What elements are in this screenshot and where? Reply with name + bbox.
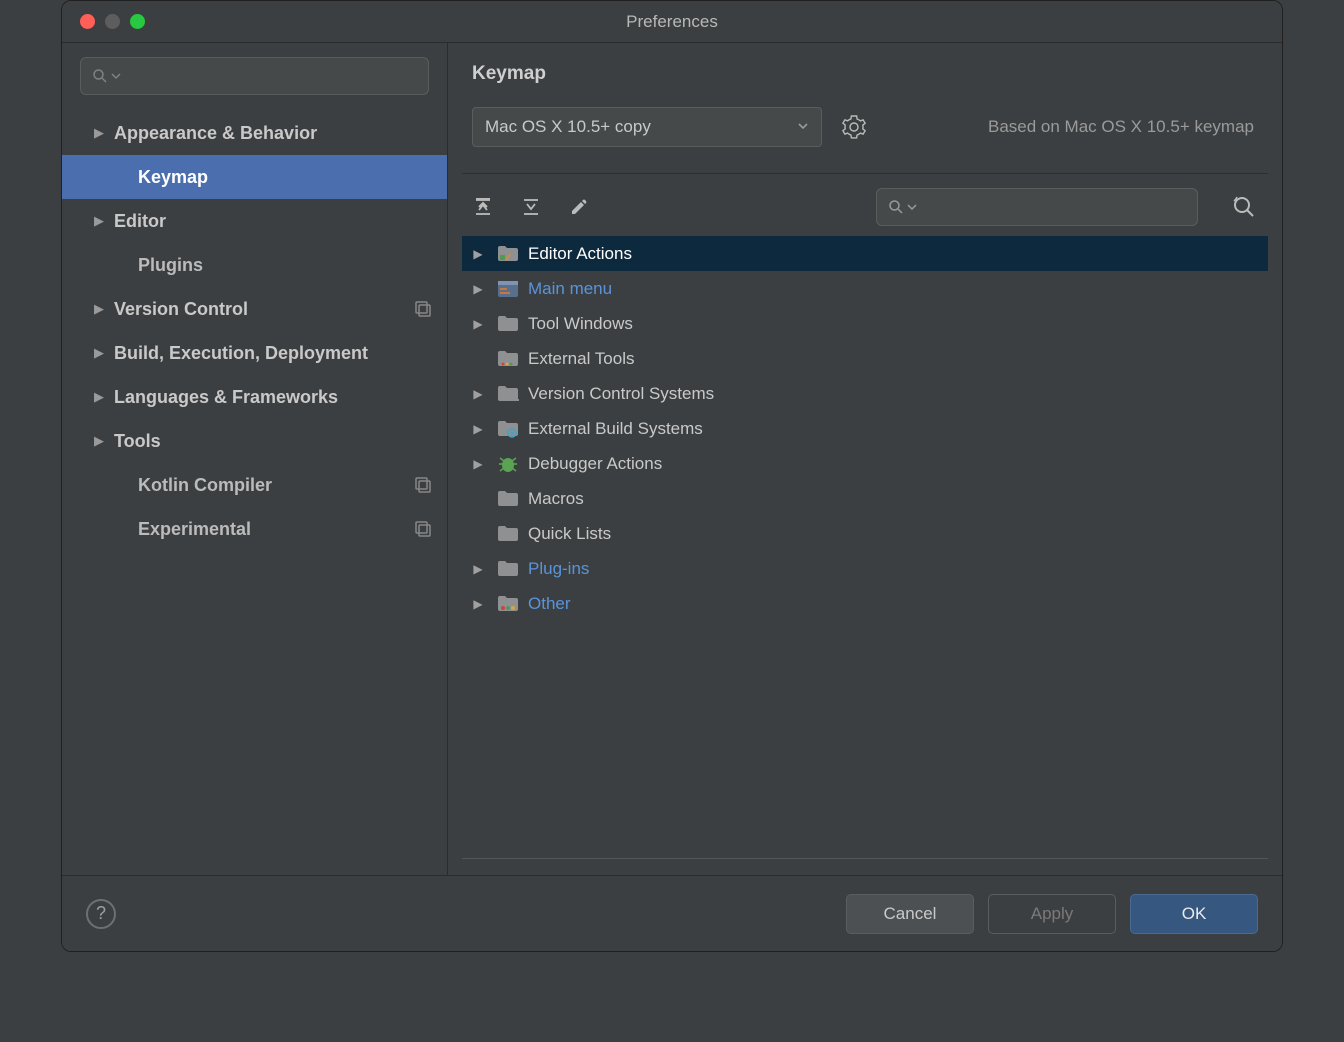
bug-icon xyxy=(496,454,520,474)
help-button[interactable]: ? xyxy=(86,899,116,929)
folder-icon xyxy=(496,314,520,334)
dialog-footer: ? Cancel Apply OK xyxy=(62,875,1282,951)
keymap-settings-button[interactable] xyxy=(840,113,868,141)
tree-debugger-actions[interactable]: ▶ Debugger Actions xyxy=(462,446,1268,481)
expand-all-button[interactable] xyxy=(470,194,496,220)
edit-shortcut-button[interactable] xyxy=(566,194,592,220)
gear-icon xyxy=(842,115,866,139)
window-title: Preferences xyxy=(62,12,1282,32)
disclosure-arrow-icon: ▶ xyxy=(468,562,488,576)
tree-version-control-systems[interactable]: ▶ Version Control Systems xyxy=(462,376,1268,411)
ok-button[interactable]: OK xyxy=(1130,894,1258,934)
tree-plugins[interactable]: ▶ Plug-ins xyxy=(462,551,1268,586)
disclosure-arrow-icon: ▶ xyxy=(88,345,110,361)
nav-languages-frameworks[interactable]: ▶ Languages & Frameworks xyxy=(62,375,447,419)
disclosure-arrow-icon: ▶ xyxy=(468,422,488,436)
based-on-label: Based on Mac OS X 10.5+ keymap xyxy=(988,117,1258,137)
project-badge-icon xyxy=(413,519,433,539)
folder-icon xyxy=(496,384,520,404)
tree-quick-lists[interactable]: Quick Lists xyxy=(462,516,1268,551)
action-search-field[interactable] xyxy=(917,198,1187,216)
project-badge-icon xyxy=(413,475,433,495)
disclosure-arrow-icon: ▶ xyxy=(468,317,488,331)
folder-gear-icon xyxy=(496,419,520,439)
pencil-icon xyxy=(569,197,589,217)
titlebar: Preferences xyxy=(62,1,1282,43)
sidebar-search-input[interactable] xyxy=(80,57,429,95)
nav-version-control[interactable]: ▶ Version Control xyxy=(62,287,447,331)
disclosure-arrow-icon: ▶ xyxy=(468,597,488,611)
tree-tool-windows[interactable]: ▶ Tool Windows xyxy=(462,306,1268,341)
sidebar-search-field[interactable] xyxy=(121,67,418,85)
search-icon xyxy=(91,67,109,85)
search-icon xyxy=(887,198,905,216)
folder-icon xyxy=(496,489,520,509)
nav-editor[interactable]: ▶ Editor xyxy=(62,199,447,243)
collapse-all-icon xyxy=(521,197,541,217)
disclosure-arrow-icon: ▶ xyxy=(88,125,110,141)
disclosure-arrow-icon: ▶ xyxy=(468,247,488,261)
disclosure-arrow-icon: ▶ xyxy=(468,457,488,471)
disclosure-arrow-icon: ▶ xyxy=(88,389,110,405)
find-shortcut-icon xyxy=(1231,194,1257,220)
folder-icon xyxy=(496,524,520,544)
disclosure-arrow-icon: ▶ xyxy=(88,301,110,317)
nav-build-execution-deployment[interactable]: ▶ Build, Execution, Deployment xyxy=(62,331,447,375)
settings-sidebar: ▶ Appearance & Behavior Keymap ▶ Editor … xyxy=(62,43,448,875)
folder-editor-icon xyxy=(496,244,520,264)
keymap-select[interactable]: Mac OS X 10.5+ copy xyxy=(472,107,822,147)
tree-macros[interactable]: Macros xyxy=(462,481,1268,516)
tree-other[interactable]: ▶ Other xyxy=(462,586,1268,621)
folder-misc-icon xyxy=(496,594,520,614)
nav-tools[interactable]: ▶ Tools xyxy=(62,419,447,463)
tree-main-menu[interactable]: ▶ Main menu xyxy=(462,271,1268,306)
folder-icon xyxy=(496,559,520,579)
collapse-all-button[interactable] xyxy=(518,194,544,220)
find-by-shortcut-button[interactable] xyxy=(1228,191,1260,223)
main-panel: Keymap Mac OS X 10.5+ copy Based on Mac … xyxy=(448,43,1282,875)
breadcrumb: Keymap xyxy=(448,43,1282,91)
tree-external-tools[interactable]: External Tools xyxy=(462,341,1268,376)
chevron-down-icon xyxy=(797,117,809,137)
keymap-tree[interactable]: ▶ Editor Actions ▶ Main menu ▶ Tool Wind… xyxy=(462,236,1268,859)
nav-appearance-behavior[interactable]: ▶ Appearance & Behavior xyxy=(62,111,447,155)
external-tools-icon xyxy=(496,349,520,369)
settings-nav: ▶ Appearance & Behavior Keymap ▶ Editor … xyxy=(62,105,447,875)
chevron-down-icon xyxy=(907,202,917,212)
nav-experimental[interactable]: Experimental xyxy=(62,507,447,551)
project-badge-icon xyxy=(413,299,433,319)
action-search-input[interactable] xyxy=(876,188,1198,226)
nav-plugins[interactable]: Plugins xyxy=(62,243,447,287)
chevron-down-icon xyxy=(111,71,121,81)
disclosure-arrow-icon: ▶ xyxy=(88,433,110,449)
disclosure-arrow-icon: ▶ xyxy=(468,282,488,296)
nav-keymap[interactable]: Keymap xyxy=(62,155,447,199)
keymap-select-value: Mac OS X 10.5+ copy xyxy=(485,117,797,137)
apply-button[interactable]: Apply xyxy=(988,894,1116,934)
tree-editor-actions[interactable]: ▶ Editor Actions xyxy=(462,236,1268,271)
cancel-button[interactable]: Cancel xyxy=(846,894,974,934)
menu-icon xyxy=(496,279,520,299)
tree-external-build-systems[interactable]: ▶ External Build Systems xyxy=(462,411,1268,446)
nav-kotlin-compiler[interactable]: Kotlin Compiler xyxy=(62,463,447,507)
help-icon: ? xyxy=(96,903,106,924)
disclosure-arrow-icon: ▶ xyxy=(88,213,110,229)
disclosure-arrow-icon: ▶ xyxy=(468,387,488,401)
